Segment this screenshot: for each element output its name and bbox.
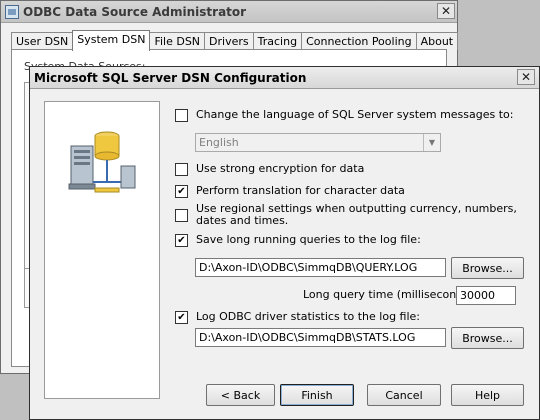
char-translation-label: Perform translation for character data — [196, 184, 405, 197]
odbc-window-title: ODBC Data Source Administrator — [23, 4, 247, 19]
dsn-title-bar[interactable]: Microsoft SQL Server DSN Configuration ✕ — [30, 67, 539, 89]
long-queries-label: Save long running queries to the log fil… — [196, 233, 421, 246]
check-icon: ✔ — [177, 185, 186, 197]
finish-button[interactable]: Finish — [280, 384, 354, 406]
regional-settings-row[interactable]: Use regional settings when outputting cu… — [175, 203, 525, 227]
change-language-label: Change the language of SQL Server system… — [196, 108, 514, 121]
browse-stats-log-button[interactable]: Browse... — [451, 327, 524, 349]
server-database-icon — [68, 131, 136, 193]
help-button[interactable]: Help — [451, 384, 524, 406]
dsn-dialog-title: Microsoft SQL Server DSN Configuration — [34, 70, 307, 85]
odbc-close-button[interactable]: ✕ — [437, 3, 455, 19]
stats-log-path-input[interactable]: D:\Axon-ID\ODBC\SimmqDB\STATS.LOG — [195, 328, 446, 347]
wizard-side-panel — [44, 101, 160, 399]
long-queries-checkbox[interactable]: ✔ — [175, 234, 188, 247]
chevron-down-icon: ▼ — [423, 134, 440, 151]
back-button[interactable]: < Back — [206, 384, 275, 406]
regional-settings-label: Use regional settings when outputting cu… — [196, 202, 517, 227]
dsn-config-dialog: Microsoft SQL Server DSN Configuration ✕… — [29, 66, 540, 420]
tab-connection-pooling[interactable]: Connection Pooling — [301, 32, 417, 50]
strong-encryption-row[interactable]: Use strong encryption for data — [175, 163, 364, 176]
driver-stats-row[interactable]: ✔ Log ODBC driver statistics to the log … — [175, 311, 420, 324]
char-translation-row[interactable]: ✔ Perform translation for character data — [175, 185, 405, 198]
tab-system-dsn[interactable]: System DSN — [72, 30, 151, 51]
check-icon: ✔ — [177, 234, 186, 246]
change-language-checkbox[interactable] — [175, 109, 188, 122]
long-query-time-input[interactable]: 30000 — [456, 286, 516, 305]
change-language-row[interactable]: Change the language of SQL Server system… — [175, 109, 513, 122]
strong-encryption-checkbox[interactable] — [175, 163, 188, 176]
char-translation-checkbox[interactable]: ✔ — [175, 185, 188, 198]
driver-stats-checkbox[interactable]: ✔ — [175, 311, 188, 324]
long-query-log-path-input[interactable]: D:\Axon-ID\ODBC\SimmqDB\QUERY.LOG — [195, 258, 446, 277]
odbc-tab-strip: User DSN System DSN File DSN Drivers Tra… — [11, 30, 459, 51]
language-select-value: English — [199, 136, 239, 149]
long-queries-row[interactable]: ✔ Save long running queries to the log f… — [175, 234, 421, 247]
close-icon: ✕ — [440, 4, 452, 18]
long-query-time-label: Long query time (milliseconds): — [303, 288, 477, 301]
dsn-close-button[interactable]: ✕ — [517, 69, 535, 85]
cancel-button[interactable]: Cancel — [367, 384, 441, 406]
tab-file-dsn[interactable]: File DSN — [149, 32, 206, 50]
driver-stats-label: Log ODBC driver statistics to the log fi… — [196, 310, 421, 323]
tab-tracing[interactable]: Tracing — [252, 32, 303, 50]
strong-encryption-label: Use strong encryption for data — [196, 162, 365, 175]
close-icon: ✕ — [520, 70, 532, 84]
regional-settings-checkbox[interactable] — [175, 209, 188, 222]
check-icon: ✔ — [177, 311, 186, 323]
language-select[interactable]: English ▼ — [195, 133, 441, 152]
tab-user-dsn[interactable]: User DSN — [11, 32, 74, 50]
odbc-title-bar[interactable]: ODBC Data Source Administrator ✕ — [1, 1, 457, 23]
browse-query-log-button[interactable]: Browse... — [451, 257, 524, 279]
tab-about[interactable]: About — [415, 32, 459, 50]
tab-drivers[interactable]: Drivers — [204, 32, 254, 50]
odbc-app-icon — [5, 4, 19, 19]
